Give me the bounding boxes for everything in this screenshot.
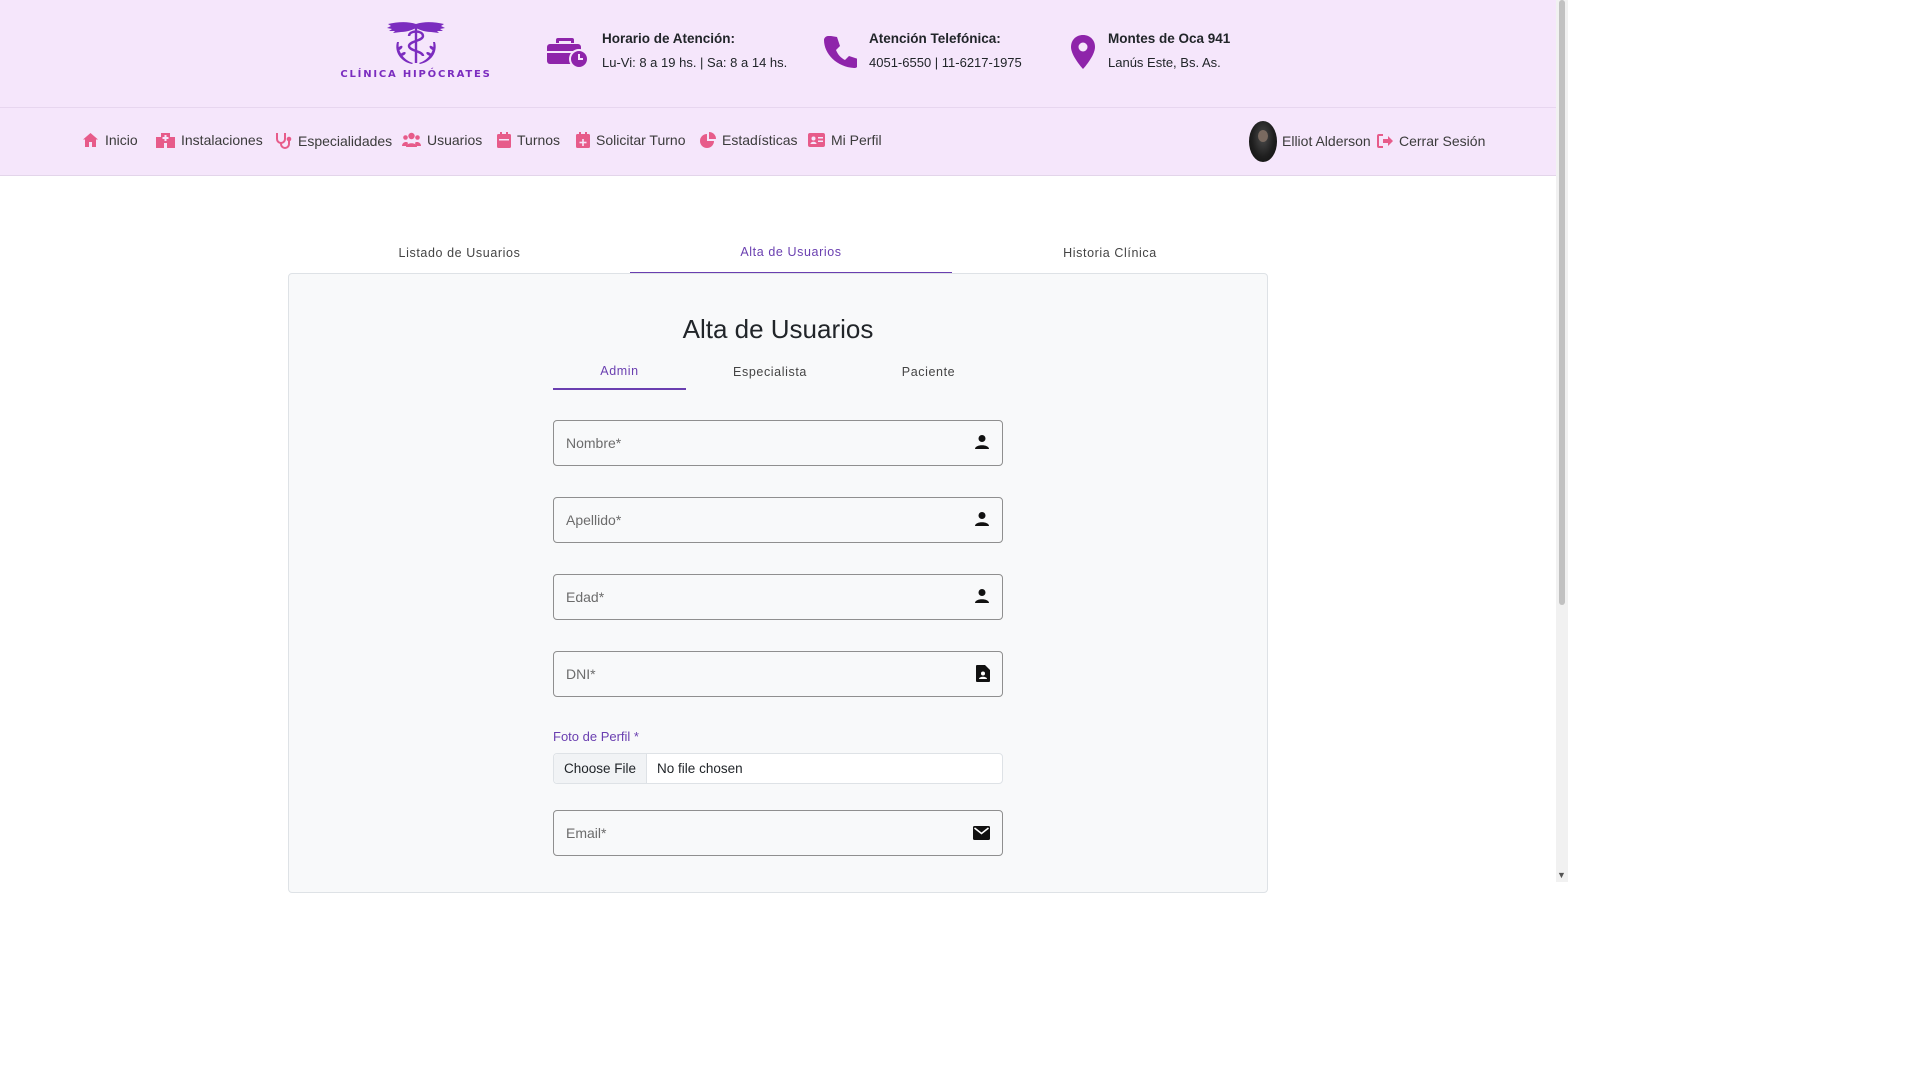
nombre-field bbox=[553, 420, 1003, 466]
logout-button[interactable]: Cerrar Sesión bbox=[1377, 133, 1485, 149]
tab-role-admin[interactable]: Admin bbox=[553, 354, 686, 390]
caduceus-logo-icon bbox=[387, 22, 445, 64]
email-field bbox=[553, 810, 1003, 856]
user-avatar[interactable] bbox=[1249, 121, 1277, 162]
nav-item-label: Usuarios bbox=[427, 132, 483, 148]
apellido-input[interactable] bbox=[566, 498, 966, 542]
page-title: Alta de Usuarios bbox=[682, 314, 874, 344]
person-icon bbox=[974, 511, 990, 527]
users-icon bbox=[402, 132, 421, 148]
nav-item-label: Solicitar Turno bbox=[596, 132, 686, 148]
id-document-icon bbox=[976, 665, 990, 682]
person-icon bbox=[974, 434, 990, 450]
scroll-down-icon[interactable]: ▼ bbox=[1557, 870, 1566, 880]
tab-historia-clinica[interactable]: Historia Clínica bbox=[952, 232, 1268, 274]
id-card-icon bbox=[808, 133, 825, 147]
clinic-logo[interactable]: CLÍNICA HIPÓCRATES bbox=[340, 20, 492, 80]
top-header: CLÍNICA HIPÓCRATES Horario de Atención: … bbox=[0, 0, 1556, 108]
person-icon bbox=[974, 588, 990, 604]
nav-item-mi-perfil[interactable]: Mi Perfil bbox=[808, 132, 882, 148]
edad-input[interactable] bbox=[566, 575, 966, 619]
user-name[interactable]: Elliot Alderson bbox=[1282, 133, 1371, 149]
tab-listado-usuarios[interactable]: Listado de Usuarios bbox=[289, 232, 630, 274]
phone-icon bbox=[823, 34, 858, 73]
info-phone-title: Atención Telefónica: bbox=[869, 31, 1001, 46]
choose-file-button[interactable]: Choose File bbox=[554, 754, 648, 783]
nav-item-solicitar-turno[interactable]: Solicitar Turno bbox=[576, 132, 685, 148]
nav-item-label: Especialidades bbox=[298, 132, 393, 149]
location-pin-icon bbox=[1070, 34, 1096, 75]
apellido-field bbox=[553, 497, 1003, 543]
info-address-text: Lanús Este, Bs. As. bbox=[1108, 55, 1221, 70]
nav-item-label: Turnos bbox=[517, 132, 561, 148]
logout-icon bbox=[1377, 134, 1393, 148]
nav-item-label: Instalaciones bbox=[181, 132, 263, 148]
calendar-icon bbox=[497, 132, 511, 148]
logout-label: Cerrar Sesión bbox=[1399, 133, 1486, 149]
info-hours-title: Horario de Atención: bbox=[602, 31, 736, 46]
file-status: No file chosen bbox=[657, 761, 743, 776]
info-hours: Horario de Atención: Lu-Vi: 8 a 19 hs. |… bbox=[546, 30, 787, 73]
email-input[interactable] bbox=[566, 811, 966, 855]
nav-item-inicio[interactable]: Inicio bbox=[82, 132, 138, 148]
photo-label: Foto de Perfil * bbox=[553, 729, 639, 744]
edad-field bbox=[553, 574, 1003, 620]
nav-item-label: Inicio bbox=[105, 132, 138, 148]
dni-input[interactable] bbox=[566, 652, 966, 696]
nav-item-label: Mi Perfil bbox=[831, 132, 882, 148]
page: CLÍNICA HIPÓCRATES Horario de Atención: … bbox=[0, 0, 1568, 893]
nav-item-label: Estadísticas bbox=[722, 132, 798, 148]
tab-role-paciente[interactable]: Paciente bbox=[854, 354, 1003, 390]
tab-alta-usuarios[interactable]: Alta de Usuarios bbox=[630, 232, 952, 274]
scrollbar-thumb[interactable] bbox=[1559, 0, 1565, 605]
nav-item-instalaciones[interactable]: Instalaciones bbox=[156, 132, 263, 148]
nav-item-usuarios[interactable]: Usuarios bbox=[402, 132, 482, 148]
info-address: Montes de Oca 941 Lanús Este, Bs. As. bbox=[1070, 30, 1230, 75]
stethoscope-icon bbox=[275, 132, 292, 149]
briefcase-clock-icon bbox=[546, 34, 590, 73]
nav-item-turnos[interactable]: Turnos bbox=[497, 132, 560, 148]
info-phone-text: 4051-6550 | 11-6217-1975 bbox=[869, 55, 1022, 70]
nombre-input[interactable] bbox=[566, 421, 966, 465]
calendar-plus-icon bbox=[576, 132, 590, 148]
clinic-logo-text: CLÍNICA HIPÓCRATES bbox=[340, 69, 492, 80]
info-hours-text: Lu-Vi: 8 a 19 hs. | Sa: 8 a 14 hs. bbox=[602, 55, 788, 70]
info-address-title: Montes de Oca 941 bbox=[1108, 31, 1231, 46]
mail-icon bbox=[973, 826, 990, 840]
pie-chart-icon bbox=[700, 132, 716, 148]
photo-file-input[interactable]: Choose File No file chosen bbox=[553, 753, 1003, 784]
dni-field bbox=[553, 651, 1003, 697]
hospital-icon bbox=[156, 132, 175, 148]
home-icon bbox=[82, 132, 99, 148]
info-phone: Atención Telefónica: 4051-6550 | 11-6217… bbox=[823, 30, 1022, 73]
nav-item-especialidades[interactable]: Especialidades bbox=[275, 132, 392, 149]
tab-role-especialista[interactable]: Especialista bbox=[690, 354, 850, 390]
nav-item-estadisticas[interactable]: Estadísticas bbox=[700, 132, 797, 148]
